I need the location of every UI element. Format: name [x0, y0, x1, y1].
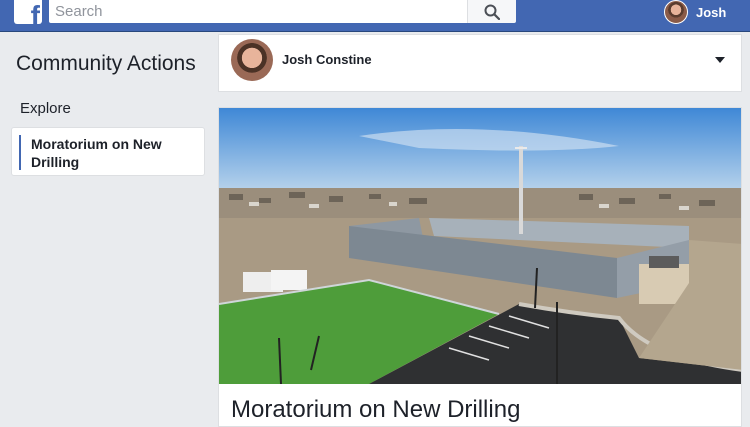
selected-indicator [19, 135, 21, 170]
post-image[interactable] [219, 108, 742, 384]
profile-link[interactable]: Josh [664, 0, 726, 24]
explore-link[interactable]: Explore [20, 100, 71, 117]
facebook-logo-letter: f [30, 0, 40, 25]
options-dropdown-button[interactable] [711, 53, 729, 67]
profile-name: Josh [696, 4, 727, 20]
avatar [664, 0, 688, 24]
author-card: Josh Constine [218, 34, 742, 92]
search-input[interactable] [49, 0, 467, 23]
post-card: Moratorium on New Drilling [218, 107, 742, 427]
search-button[interactable] [467, 0, 516, 23]
top-navigation-bar: f Josh [0, 0, 750, 32]
author-avatar[interactable] [231, 39, 273, 81]
search-icon [484, 4, 500, 20]
page-title: Community Actions [16, 52, 196, 75]
sidebar-item-moratorium[interactable]: Moratorium on New Drilling [11, 127, 205, 176]
post-title: Moratorium on New Drilling [231, 396, 521, 423]
sidebar-item-label: Moratorium on New Drilling [31, 136, 162, 170]
facebook-logo-icon[interactable]: f [14, 0, 42, 24]
chevron-down-icon [715, 57, 725, 63]
author-name[interactable]: Josh Constine [282, 52, 372, 67]
